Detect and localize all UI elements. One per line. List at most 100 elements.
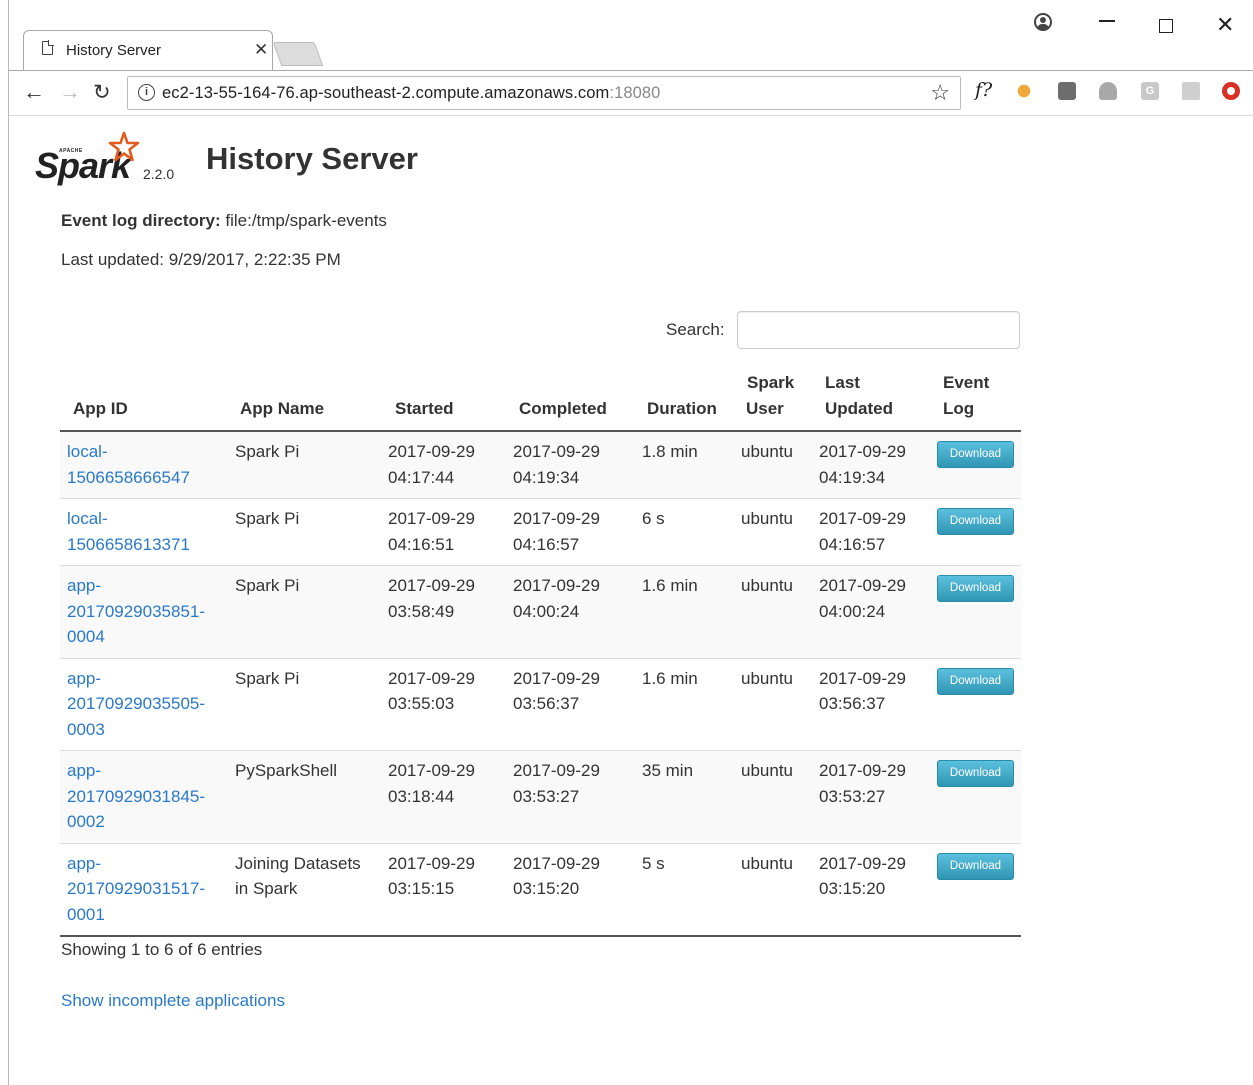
extension-opera-icon[interactable] [1222, 82, 1240, 100]
cell-last-updated: 2017-09-29 04:19:34 [812, 430, 930, 499]
table-row: app- 20170929035505- 0003 Spark Pi 2017-09-2… [60, 657, 1021, 751]
page-content: Spark APACHE 2.2.0 History Server Event … [9, 117, 1253, 1085]
col-last-updated[interactable]: Last Updated [812, 370, 930, 432]
col-app-name[interactable]: App Name [228, 370, 381, 432]
info-icon[interactable]: i [138, 84, 155, 101]
browser-window: History Server ✕ ✕ ← → ↻ i ec2-13-55-164… [8, 0, 1253, 1085]
table-header-row: App ID App Name Started Completed Durati… [60, 370, 1021, 432]
tab-close-icon[interactable]: ✕ [254, 40, 268, 60]
spark-star-icon [108, 131, 140, 162]
spark-version: 2.2.0 [143, 166, 175, 182]
show-incomplete-link[interactable]: Show incomplete applications [61, 991, 285, 1011]
cell-app-id: app- 20170929031845- 0002 [60, 750, 228, 843]
cell-duration: 5 s [635, 842, 734, 937]
search-input[interactable] [737, 311, 1020, 349]
cell-event-log: Download [930, 565, 1021, 658]
app-id-link[interactable]: app- 20170929031845- 0002 [67, 761, 205, 831]
cell-event-log: Download [930, 657, 1021, 751]
event-log-label: Event log directory: [61, 211, 221, 230]
cell-started: 2017-09-29 03:55:03 [381, 657, 506, 751]
cell-event-log: Download [930, 430, 1021, 499]
app-id-link[interactable]: local- 1506658613371 [67, 509, 190, 554]
cell-spark-user: ubuntu [734, 842, 812, 937]
app-id-link[interactable]: local- 1506658666547 [67, 442, 190, 487]
cell-app-name: Spark Pi [228, 565, 381, 658]
minimize-icon[interactable] [1099, 20, 1115, 22]
reload-icon[interactable]: ↻ [93, 80, 111, 105]
logo-apache-text: APACHE [59, 148, 83, 154]
url-text[interactable]: ec2-13-55-164-76.ap-southeast-2.compute.… [162, 84, 660, 103]
app-id-link[interactable]: app- 20170929035851- 0004 [67, 576, 205, 646]
cell-completed: 2017-09-29 03:15:20 [506, 842, 635, 937]
cell-event-log: Download [930, 750, 1021, 843]
cell-duration: 6 s [635, 498, 734, 566]
bookmark-star-icon[interactable]: ☆ [930, 80, 950, 106]
cell-app-id: local- 1506658613371 [60, 498, 228, 566]
table-row: app- 20170929031517- 0001 Joining Datasets i… [60, 842, 1021, 937]
cell-spark-user: ubuntu [734, 750, 812, 843]
cell-duration: 1.8 min [635, 430, 734, 499]
cell-app-id: app- 20170929035505- 0003 [60, 657, 228, 751]
col-app-id[interactable]: App ID [60, 370, 228, 432]
new-tab-button[interactable] [272, 42, 324, 66]
cell-last-updated: 2017-09-29 03:15:20 [812, 842, 930, 937]
cell-duration: 1.6 min [635, 565, 734, 658]
cell-app-id: app- 20170929031517- 0001 [60, 842, 228, 937]
download-button[interactable]: Download [937, 575, 1014, 602]
app-id-link[interactable]: app- 20170929031517- 0001 [67, 854, 205, 924]
cell-last-updated: 2017-09-29 04:00:24 [812, 565, 930, 658]
table-row: app- 20170929031845- 0002 PySparkShell 2017-… [60, 750, 1021, 843]
address-bar[interactable]: i ec2-13-55-164-76.ap-southeast-2.comput… [127, 76, 961, 110]
cell-event-log: Download [930, 842, 1021, 937]
cell-spark-user: ubuntu [734, 498, 812, 566]
extension-square-icon[interactable] [1058, 82, 1076, 100]
cell-app-id: app- 20170929035851- 0004 [60, 565, 228, 658]
col-completed[interactable]: Completed [506, 370, 635, 432]
cell-completed: 2017-09-29 03:56:37 [506, 657, 635, 751]
maximize-icon[interactable] [1159, 19, 1173, 33]
page-title: History Server [206, 141, 418, 176]
col-started[interactable]: Started [381, 370, 506, 432]
cell-started: 2017-09-29 03:18:44 [381, 750, 506, 843]
cell-started: 2017-09-29 04:16:51 [381, 498, 506, 566]
browser-tab[interactable]: History Server ✕ [23, 30, 273, 70]
cell-app-name: Spark Pi [228, 657, 381, 751]
cell-spark-user: ubuntu [734, 657, 812, 751]
cell-completed: 2017-09-29 04:19:34 [506, 430, 635, 499]
last-updated: Last updated: 9/29/2017, 2:22:35 PM [61, 250, 341, 269]
table-row: local- 1506658613371 Spark Pi 2017-09-29 04:… [60, 498, 1021, 566]
col-spark-user[interactable]: Spark User [734, 370, 812, 432]
cell-last-updated: 2017-09-29 03:56:37 [812, 657, 930, 751]
extension-fq-icon[interactable]: f? [975, 79, 992, 101]
extension-g-icon[interactable]: G [1141, 82, 1159, 100]
cell-last-updated: 2017-09-29 03:53:27 [812, 750, 930, 843]
extension-orange-icon[interactable] [1017, 84, 1031, 98]
browser-toolbar: ← → ↻ i ec2-13-55-164-76.ap-southeast-2.… [9, 70, 1253, 116]
profile-icon[interactable] [1034, 13, 1052, 31]
download-button[interactable]: Download [937, 852, 1014, 880]
download-button[interactable]: Download [937, 441, 1014, 468]
cell-started: 2017-09-29 03:58:49 [381, 565, 506, 658]
cell-duration: 35 min [635, 750, 734, 843]
event-log-directory: Event log directory: file:/tmp/spark-eve… [61, 211, 387, 231]
cell-duration: 1.6 min [635, 657, 734, 751]
col-duration[interactable]: Duration [635, 370, 734, 432]
close-window-icon[interactable]: ✕ [1216, 12, 1234, 38]
cell-completed: 2017-09-29 04:16:57 [506, 498, 635, 566]
extension-drive-icon[interactable] [1099, 82, 1117, 100]
extension-pdf-icon[interactable] [1182, 82, 1200, 100]
table-row: app- 20170929035851- 0004 Spark Pi 2017-09-2… [60, 565, 1021, 658]
spark-logo[interactable]: Spark APACHE [35, 131, 145, 187]
col-event-log[interactable]: Event Log [930, 370, 1021, 432]
download-button[interactable]: Download [937, 760, 1014, 787]
cell-app-name: Spark Pi [228, 498, 381, 566]
back-arrow-icon[interactable]: ← [23, 79, 45, 105]
app-id-link[interactable]: app- 20170929035505- 0003 [67, 669, 205, 739]
cell-app-name: PySparkShell [228, 750, 381, 843]
event-log-value: file:/tmp/spark-events [225, 211, 387, 230]
cell-completed: 2017-09-29 04:00:24 [506, 565, 635, 658]
page-icon [42, 40, 54, 55]
download-button[interactable]: Download [937, 667, 1014, 695]
forward-arrow-icon[interactable]: → [59, 79, 81, 105]
download-button[interactable]: Download [937, 508, 1014, 535]
